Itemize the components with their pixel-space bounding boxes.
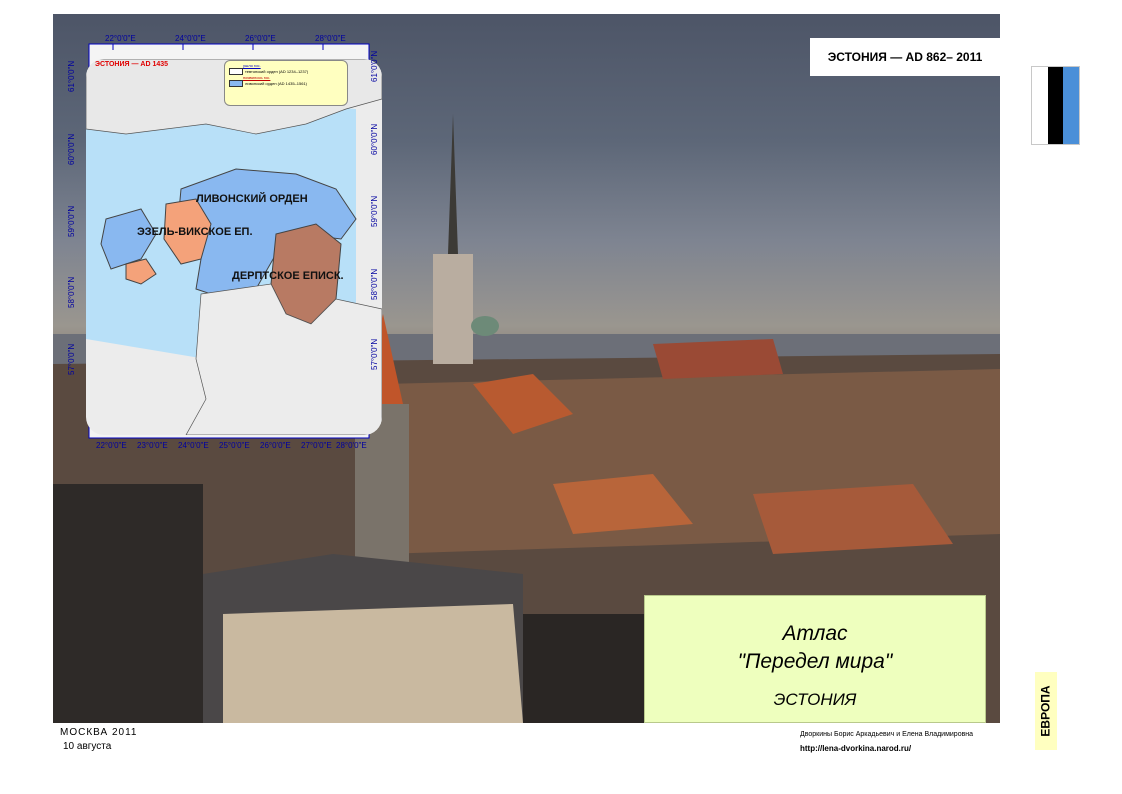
region-tag: ЕВРОПА [1035,672,1057,750]
map-title: ЭСТОНИЯ — AD 1435 [95,61,169,68]
footer-website-link[interactable]: http://lena-dvorkina.narod.ru/ [800,744,911,753]
tick-left-0: 61°0'0"N [67,60,76,92]
atlas-country: ЭСТОНИЯ [773,690,857,709]
atlas-title: Атлас [782,622,848,645]
legend-gone-swatch [229,68,243,75]
tick-right-2: 59°0'0"N [370,195,379,227]
atlas-title-box: Атлас "Передел мира" ЭСТОНИЯ [644,595,986,723]
estonia-flag [1031,66,1080,145]
region-tag-label: ЕВРОПА [1039,685,1054,737]
tick-right-3: 58°0'0"N [370,268,379,300]
tick-right-1: 60°0'0"N [370,123,379,155]
map-legend: ушло гос. тевтонский орден (AD 1234–1237… [224,60,348,106]
flag-stripe-blue [1063,67,1080,144]
tick-top-3: 28°0'0"E [315,34,346,43]
tick-bottom-3: 25°0'0"E [219,441,250,450]
atlas-subtitle: "Передел мира" [737,650,893,673]
tick-left-1: 60°0'0"N [67,133,76,165]
legend-gone-item: тевтонский орден (AD 1234–1237) [245,69,309,74]
tick-bottom-5: 27°0'0"E [301,441,332,450]
label-livonian-order: ЛИВОНСКИЙ ОРДЕН [196,193,308,205]
tick-top-1: 24°0'0"E [175,34,206,43]
footer-authors: Дворкины Борис Аркадьевич и Елена Владим… [800,731,974,738]
tick-top-2: 26°0'0"E [245,34,276,43]
tick-right-0: 61°0'0"N [370,50,379,82]
tick-bottom-0: 22°0'0"E [96,441,127,450]
legend-appeared-swatch [229,80,243,87]
legend-appeared-item: ливонский орден (AD 1435–1561) [245,81,308,86]
page-title: ЭСТОНИЯ — AD 862– 2011 [810,38,1000,76]
legend-appeared-row: ливонский орден (AD 1435–1561) [229,80,343,87]
flag-stripe-black [1047,67,1064,144]
tick-bottom-4: 26°0'0"E [260,441,291,450]
footer-city: МОСКВА 2011 [60,727,138,738]
label-osel-wiek: ЭЗЕЛЬ-ВИКСКОЕ ЕП. [137,226,253,238]
tick-bottom-2: 24°0'0"E [178,441,209,450]
tick-right-4: 57°0'0"N [370,338,379,370]
historical-map [86,59,382,435]
tick-bottom-1: 23°0'0"E [137,441,168,450]
flag-stripe-white [1032,67,1048,144]
tick-bottom-6: 28°0'0"E [336,441,367,450]
tick-top-0: 22°0'0"E [105,34,136,43]
footer-date: 10 августа [63,741,112,752]
legend-gone-row: тевтонский орден (AD 1234–1237) [229,68,343,75]
label-dorpat: ДЕРПТСКОЕ ЕПИСК. [232,270,344,282]
tick-left-2: 59°0'0"N [67,205,76,237]
tick-left-3: 58°0'0"N [67,276,76,308]
tick-left-4: 57°0'0"N [67,343,76,375]
